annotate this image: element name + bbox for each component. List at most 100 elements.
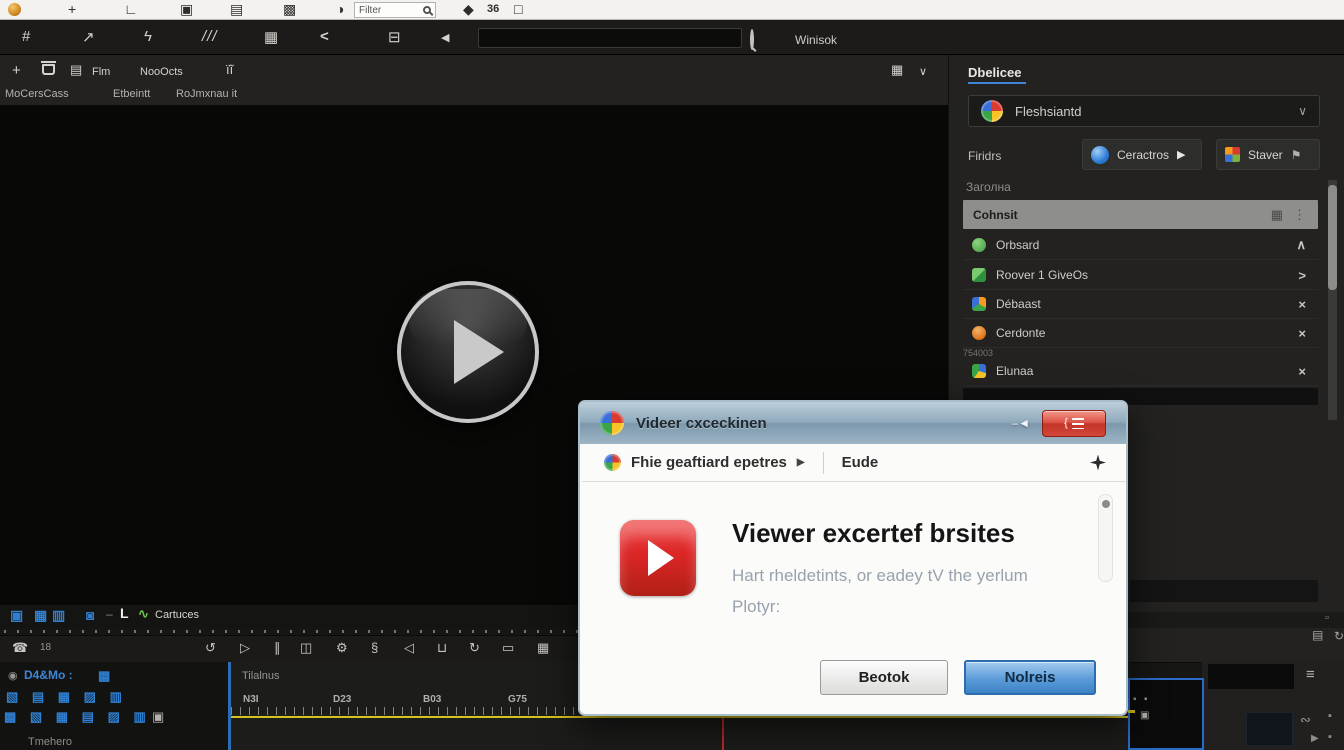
slip-icon[interactable]: ◫ <box>300 640 312 656</box>
secondary-button[interactable]: Beotok <box>820 660 948 695</box>
menu-app-icon <box>604 454 621 471</box>
grid-a-icon[interactable]: ▦ <box>34 607 47 624</box>
mixer-icon[interactable]: ▦ <box>264 28 278 46</box>
close-icon[interactable]: × <box>1298 326 1306 341</box>
film-strip-icon[interactable]: ▦ <box>537 640 549 656</box>
close-glyph: { <box>1064 417 1068 429</box>
connect-button[interactable]: Ceractros ▶ <box>1082 139 1202 170</box>
cartuces-label: Cartuces <box>155 609 199 621</box>
preview-quality-icon[interactable]: ◙ <box>86 607 94 623</box>
track-tool-icons-row1[interactable]: ▧ ▤ ▦ ▨ ▥ <box>6 689 127 705</box>
region-icon[interactable]: ▭ <box>502 640 514 656</box>
play-overlay-button[interactable] <box>397 281 539 423</box>
dialog-menu-item-guide[interactable]: Eude <box>842 454 879 471</box>
film-icon[interactable]: ▩ <box>283 1 296 18</box>
pause-icon[interactable]: ∥ <box>274 640 281 656</box>
refresh-icon[interactable]: ↻ <box>1334 629 1344 643</box>
grid-color-icon <box>1225 147 1240 162</box>
lock-icon[interactable]: ▣ <box>1140 710 1149 721</box>
open-icon[interactable]: ∟ <box>124 1 138 17</box>
tab-transitions[interactable]: Etbeintt <box>113 88 150 100</box>
main-search-input[interactable] <box>478 28 742 48</box>
close-button[interactable]: { <box>1042 410 1106 437</box>
frame-icon[interactable]: □ <box>514 1 522 17</box>
play-transport-icon[interactable]: ▷ <box>240 640 250 656</box>
track-tool-icons-row2[interactable]: ▩ ▧ ▦ ▤ ▨ ▥ <box>4 709 151 725</box>
dot-icon: ▪ <box>1328 731 1332 743</box>
grid-b-icon[interactable]: ▥ <box>52 607 65 624</box>
tab-video-fx[interactable]: RoJmxnau it <box>176 88 237 100</box>
list-item-label: Elunaa <box>996 364 1033 378</box>
image-thumb-icon[interactable]: ▤ <box>1312 628 1323 642</box>
chevron-down-icon[interactable]: ∨ <box>919 65 927 78</box>
dialog-titlebar[interactable]: Videer cxceckinen –◄ { <box>580 402 1126 444</box>
youtube-icon <box>620 520 696 596</box>
triangle-icon[interactable]: ▶ <box>1311 733 1319 744</box>
list-item-selected[interactable]: Cohnsit ▦ ⋮ <box>963 200 1318 229</box>
time-marker: D23 <box>333 694 351 705</box>
snap-icon[interactable]: § <box>371 640 378 655</box>
media-item-noocts[interactable]: NooOcts <box>140 66 183 78</box>
grid-view-icon[interactable]: ▦ <box>1271 207 1283 223</box>
sparkle-icon[interactable] <box>1090 455 1106 471</box>
cursor-tool-icon[interactable]: ↗ <box>82 28 95 46</box>
media-item-flm[interactable]: Flm <box>92 66 110 78</box>
playhead-cursor[interactable] <box>722 718 724 750</box>
brush-icon[interactable]: ◆ <box>463 1 474 18</box>
route-icon[interactable]: ∾ <box>1300 712 1311 728</box>
layers-icon[interactable]: ▣ <box>10 607 23 624</box>
copy-icon[interactable]: ⊟ <box>388 28 401 46</box>
account-pinwheel-icon <box>981 100 1003 122</box>
save-icon[interactable]: ▣ <box>180 1 193 18</box>
layout-grid-icon[interactable]: ▦ <box>891 62 903 78</box>
close-icon[interactable]: × <box>1298 364 1306 379</box>
trim-icon[interactable]: ⊔ <box>437 640 447 656</box>
close-icon[interactable]: × <box>1298 297 1306 312</box>
image-icon[interactable]: ▤ <box>230 1 243 18</box>
track-extra-icon[interactable]: ▣ <box>152 709 164 725</box>
clip-thumbnail[interactable] <box>1246 712 1293 746</box>
chevron-up-icon[interactable]: ∧ <box>1296 237 1306 253</box>
panel-scrollbar-thumb[interactable] <box>1328 185 1337 290</box>
counter-icon[interactable]: 36 <box>487 3 499 15</box>
list-item[interactable]: Roover 1 GiveOs > <box>963 261 1318 290</box>
dialog-menu-item[interactable]: Fhie geaftiard epetres <box>631 454 787 471</box>
clock-icon[interactable]: ◑ <box>336 1 344 17</box>
track-title-icon[interactable]: ▩ <box>98 668 110 684</box>
settings-gear-icon[interactable]: ⚙ <box>336 640 348 656</box>
envelope-tool-icon[interactable]: /// <box>202 28 218 45</box>
loop-icon[interactable]: ↺ <box>205 640 216 656</box>
redo-icon[interactable]: ↻ <box>469 640 480 656</box>
loop-region-bar[interactable] <box>231 716 1128 718</box>
filter-input[interactable]: Filter <box>354 2 436 18</box>
account-dropdown[interactable]: Fleshsiantd ∨ <box>968 95 1320 127</box>
prev-icon[interactable]: ◀ <box>441 31 449 44</box>
chevron-right-icon[interactable]: > <box>1298 268 1306 283</box>
grid-tool-icon[interactable]: # <box>22 28 30 45</box>
list-item[interactable]: Elunaa × <box>963 357 1318 386</box>
primary-button[interactable]: Nolreis <box>964 660 1096 695</box>
info-icon[interactable]: ïĩ <box>226 62 233 77</box>
small-box-icon[interactable]: ▫ <box>1325 612 1329 624</box>
time-marker: N3I <box>243 694 259 705</box>
add-media-icon[interactable]: + <box>12 62 21 79</box>
filter-value: Filter <box>359 5 423 16</box>
more-icon[interactable]: ⋮ <box>1293 207 1306 223</box>
list-item[interactable]: Orbsard ∧ <box>963 231 1318 260</box>
trash-icon[interactable] <box>42 64 55 75</box>
list-item[interactable]: Cerdonte × <box>963 319 1318 348</box>
list-item[interactable]: Débaast × <box>963 290 1318 319</box>
tab-media-generators[interactable]: MoCersCass <box>5 88 69 100</box>
windows-label[interactable]: Winisok <box>795 33 837 47</box>
phone-icon[interactable]: ☎ <box>12 640 28 656</box>
audio-icon[interactable]: ◁ <box>404 640 414 656</box>
add-icon[interactable]: + <box>68 1 76 17</box>
back-icon[interactable]: < <box>320 28 329 45</box>
minimize-button[interactable]: –◄ <box>1011 416 1030 430</box>
share-button[interactable]: Staver ⚑ <box>1216 139 1320 170</box>
search-icon[interactable] <box>750 29 754 50</box>
menu-icon[interactable]: ≡ <box>1306 666 1315 683</box>
sheets-icon[interactable]: ▤ <box>70 62 82 78</box>
record-icon[interactable]: ◉ <box>8 669 18 682</box>
razor-tool-icon[interactable]: ϟ <box>144 28 152 45</box>
